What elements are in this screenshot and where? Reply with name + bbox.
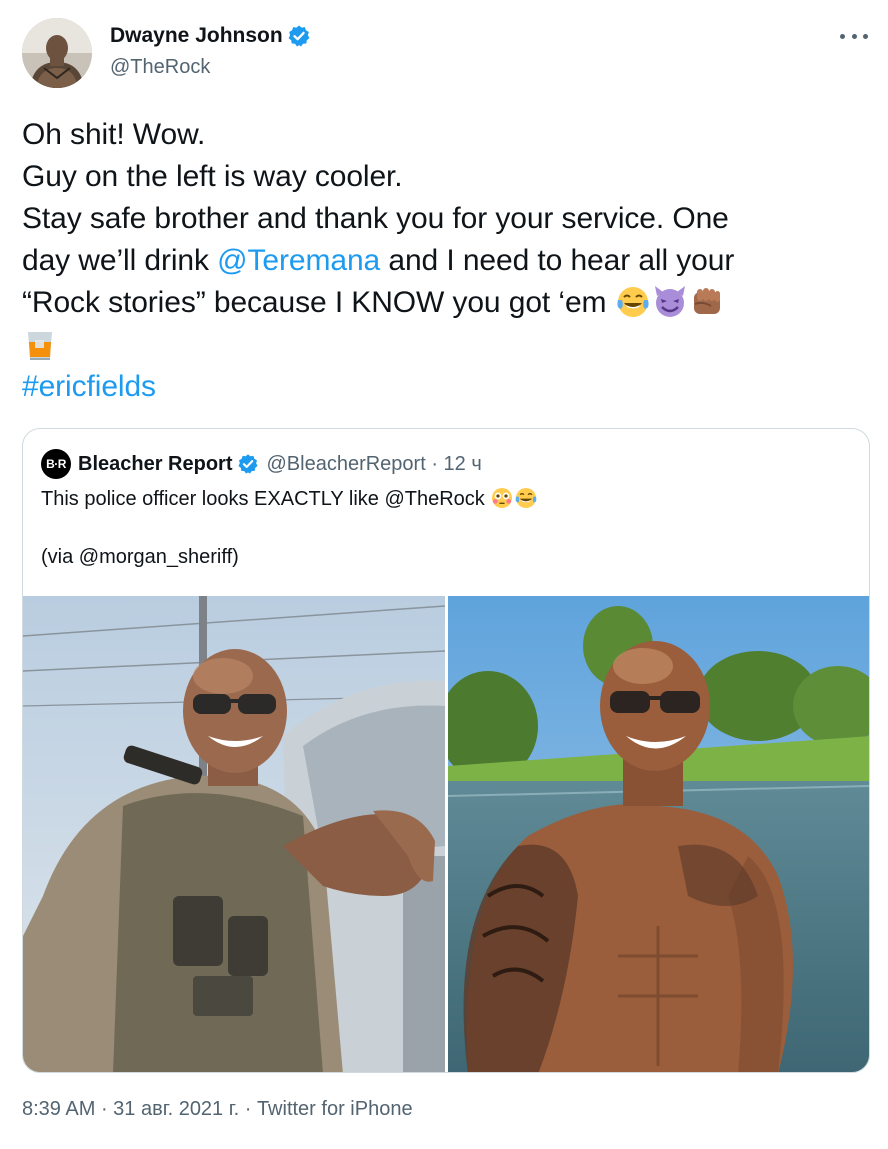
more-dot [840,33,845,39]
tweet-line: Guy on the left is way cooler. [22,160,403,193]
tweet-text-segment: “Rock stories” because I KNOW you got ‘e… [22,286,615,319]
tweet-time-link[interactable]: 8:39 AM [22,1098,95,1120]
tweet-line: Stay safe brother and thank you for your… [22,202,729,235]
whiskey-glass-emoji [28,332,52,360]
author-name-row[interactable]: Dwayne Johnson [110,24,311,48]
tears-of-joy-emoji [617,287,649,317]
tweet-line [22,324,868,366]
tweet-text-segment: and I need to hear all your [380,244,735,277]
police-officer-photo[interactable] [23,596,445,1072]
verified-badge-icon [237,454,258,474]
bleacher-report-logo: B·R [41,449,71,479]
ericfields-hashtag-link[interactable]: #ericfields [22,366,868,408]
tears-of-joy-emoji [515,488,537,508]
tweet-line: Oh shit! Wow. [22,118,206,151]
tweet-text-segment: day we’ll drink [22,244,218,277]
flushed-face-emoji [492,488,513,508]
quoted-author-name[interactable]: Bleacher Report [78,453,233,476]
tweet-line: day we’ll drink @Teremana and I need to … [22,240,868,282]
the-rock-lake-photo[interactable] [448,596,869,1072]
smiling-devil-emoji [654,286,685,317]
tweet-source-link[interactable]: Twitter for iPhone [257,1098,413,1120]
quoted-author-handle-time[interactable]: @BleacherReport · 12 ч [267,453,482,476]
quoted-tweet-card[interactable]: B·R Bleacher Report @BleacherReport · 12… [22,428,870,1073]
avatar-photo [22,18,92,88]
meta-separator: · [239,1098,257,1120]
more-options-icon[interactable] [840,26,868,46]
tweet-date-link[interactable]: 31 авг. 2021 г. [113,1098,239,1120]
quoted-tweet-text: This police officer looks EXACTLY like @… [41,485,538,513]
verified-badge-icon [288,25,310,47]
quoted-text-segment: This police officer looks EXACTLY like @… [41,488,491,510]
quoted-tweet-header: B·R Bleacher Report @BleacherReport · 12… [41,449,482,479]
author-avatar[interactable] [22,18,92,88]
tweet-card: Dwayne Johnson @TheRock Oh shit! Wow. Gu… [0,0,888,1149]
tweet-line: “Rock stories” because I KNOW you got ‘e… [22,282,868,324]
tweet-text: Oh shit! Wow. Guy on the left is way coo… [22,114,868,408]
meta-separator: · [95,1098,114,1120]
more-dot [851,33,857,39]
quoted-tweet-via: (via @morgan_sheriff) [41,546,239,568]
more-dot [863,33,868,39]
teremana-mention-link[interactable]: @Teremana [217,244,380,277]
fist-bump-emoji [693,288,720,314]
author-handle[interactable]: @TheRock [110,56,210,79]
author-name[interactable]: Dwayne Johnson [110,24,283,48]
the-rock-lake-photo-image [448,596,869,1072]
tweet-meta: 8:39 AM · 31 авг. 2021 г. · Twitter for … [22,1098,413,1121]
police-officer-photo-image [23,596,445,1072]
